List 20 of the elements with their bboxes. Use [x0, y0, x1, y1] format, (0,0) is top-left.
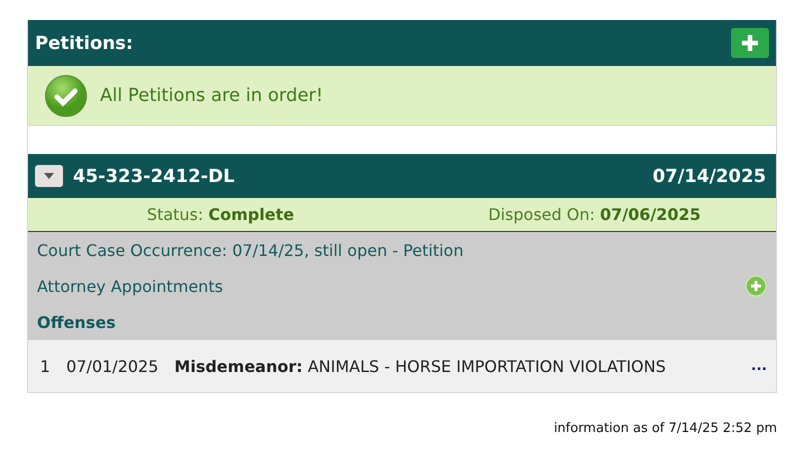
more-link[interactable]: ... — [751, 358, 767, 374]
disposed-date: Disposed On: 07/06/2025 — [488, 205, 701, 224]
case-status: Status: Complete — [146, 205, 294, 224]
panel-title: Petitions: — [35, 32, 134, 54]
court-occurrence: Court Case Occurrence: 07/14/25, still open - Petition — [37, 240, 464, 260]
attorney-appointments: Attorney Appointments — [37, 276, 223, 296]
offense-date: 07/01/2025 — [66, 356, 158, 376]
caret-icon — [44, 173, 54, 179]
case-date: 07/14/2025 — [652, 166, 766, 186]
offenses-heading: Offenses — [37, 312, 116, 332]
plus-icon — [740, 33, 760, 53]
collapse-toggle[interactable] — [35, 165, 63, 187]
add-button[interactable] — [731, 28, 769, 58]
offense-description: Misdemeanor: ANIMALS - HORSE IMPORTATION VIOLATIONS — [174, 356, 666, 376]
check-icon — [44, 74, 88, 118]
case-number: 45-323-2412-DL — [73, 166, 236, 186]
offense-number: 1 — [40, 356, 50, 376]
success-message: All Petitions are in order! — [100, 85, 324, 106]
timestamp-note: information as of 7/14/25 2:52 pm — [554, 421, 777, 436]
add-icon[interactable] — [745, 275, 767, 297]
